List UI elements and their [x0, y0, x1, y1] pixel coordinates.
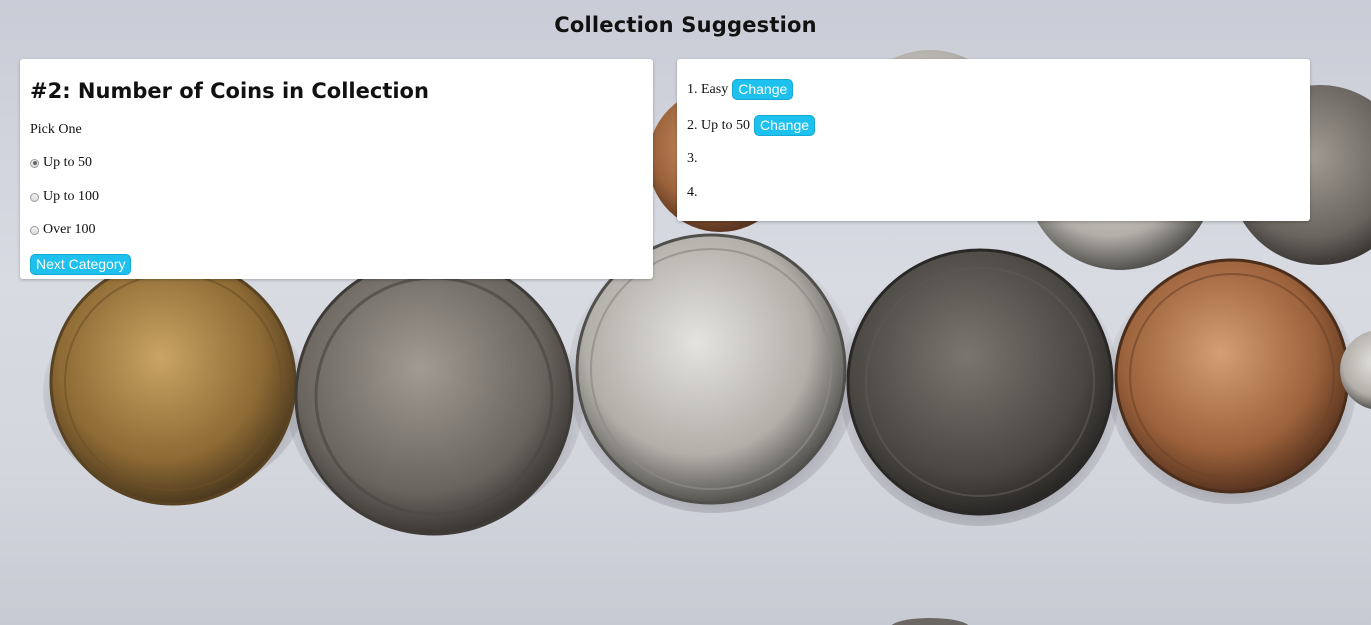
radio-up-to-50[interactable]: [30, 158, 39, 168]
selection-row-3: 3.: [687, 151, 698, 167]
selection-row-4: 4.: [687, 185, 698, 201]
selection-number: 2.: [687, 117, 698, 133]
radio-over-100[interactable]: [30, 225, 39, 235]
option-label: Up to 50: [43, 155, 92, 170]
question-panel: #2: Number of Coins in Collection Pick O…: [20, 59, 653, 279]
option-label: Over 100: [43, 222, 96, 237]
change-button-1[interactable]: Change: [732, 79, 794, 100]
option-up-to-50[interactable]: Up to 50: [30, 155, 92, 171]
selection-row-1: 1. Easy Change: [687, 79, 794, 100]
category-heading: #2: Number of Coins in Collection: [30, 79, 429, 103]
selection-number: 1.: [687, 81, 698, 97]
pick-one-label: Pick One: [30, 122, 82, 137]
selection-number: 3.: [687, 151, 698, 166]
option-up-to-100[interactable]: Up to 100: [30, 189, 99, 205]
selection-value: Easy: [701, 81, 729, 97]
selection-value: Up to 50: [701, 117, 750, 133]
next-category-button[interactable]: Next Category: [30, 254, 132, 275]
change-button-2[interactable]: Change: [754, 115, 816, 136]
selection-row-2: 2. Up to 50 Change: [687, 115, 816, 136]
radio-up-to-100[interactable]: [30, 192, 39, 202]
page-title: Collection Suggestion: [554, 13, 817, 37]
selection-number: 4.: [687, 185, 698, 200]
option-over-100[interactable]: Over 100: [30, 222, 96, 238]
option-label: Up to 100: [43, 189, 99, 204]
selections-panel: 1. Easy Change 2. Up to 50 Change 3. 4.: [677, 59, 1310, 221]
